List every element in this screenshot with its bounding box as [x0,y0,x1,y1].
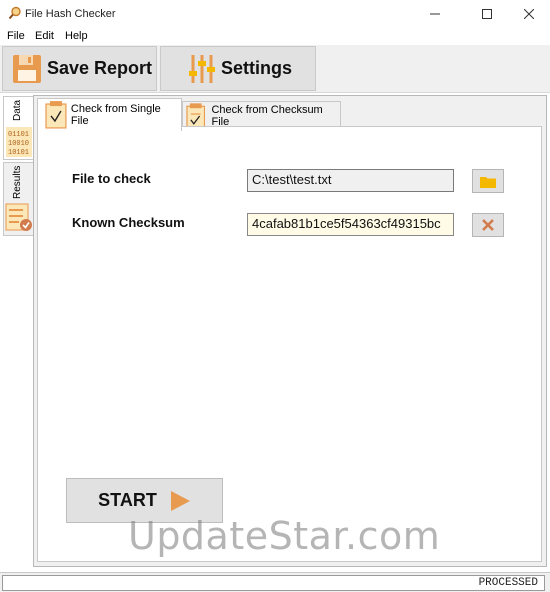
start-label: START [98,490,157,510]
side-tab-data-label: Data [12,99,23,121]
close-icon [524,9,534,19]
settings-label: Settings [221,58,293,78]
browse-file-button[interactable] [472,169,504,193]
magnifier-app-icon [8,6,21,20]
menu-bar: File Edit Help [0,28,550,45]
clear-checksum-button[interactable] [472,213,504,237]
menu-help[interactable]: Help [65,30,88,42]
svg-text:10101: 10101 [8,149,29,157]
save-report-label: Save Report [47,58,153,78]
binary-data-icon: 01101 10010 10101 [6,127,32,157]
results-list-icon [5,203,32,231]
tab-single-file-label: Check from Single File [70,103,161,127]
settings-button[interactable]: Settings [160,46,316,91]
title-bar: File Hash Checker [0,0,550,28]
tab-checksum-file-label: Check from Checksum File [211,104,323,128]
toolbar: Save Report Settings [0,45,550,93]
side-tab-results[interactable]: Results [3,162,33,236]
save-report-button[interactable]: Save Report [2,46,157,91]
minimize-button[interactable] [412,0,458,28]
floppy-disk-icon [13,54,41,83]
known-checksum-field[interactable]: 4cafab81b1ce5f54363cf49315bc [247,213,454,236]
minimize-icon [430,13,440,15]
close-button[interactable] [506,0,550,28]
file-to-check-label: File to check [72,171,151,186]
svg-text:10010: 10010 [8,140,29,148]
file-path-field[interactable]: C:\test\test.txt [247,169,454,192]
tab-single-file[interactable]: Check from Single File [37,98,182,131]
clear-x-icon [482,219,494,231]
status-bar: PROCESSED [0,572,550,592]
maximize-button[interactable] [464,0,510,28]
sliders-icon [189,54,215,83]
updatestar-watermark: UpdateStar.com [128,514,441,558]
status-text: PROCESSED [478,577,538,589]
status-field: PROCESSED [2,575,545,591]
side-tab-strip: Data 01101 10010 10101 Results [0,96,34,566]
menu-file[interactable]: File [7,30,25,42]
side-tab-results-label: Results [12,165,23,199]
known-checksum-label: Known Checksum [72,215,185,230]
maximize-icon [482,9,492,19]
svg-text:01101: 01101 [8,131,29,139]
play-icon [170,490,190,511]
checked-document-icon [45,101,67,129]
folder-icon [480,176,496,188]
window-title: File Hash Checker [25,8,116,20]
side-tab-data[interactable]: Data 01101 10010 10101 [3,96,33,160]
menu-edit[interactable]: Edit [35,30,54,42]
